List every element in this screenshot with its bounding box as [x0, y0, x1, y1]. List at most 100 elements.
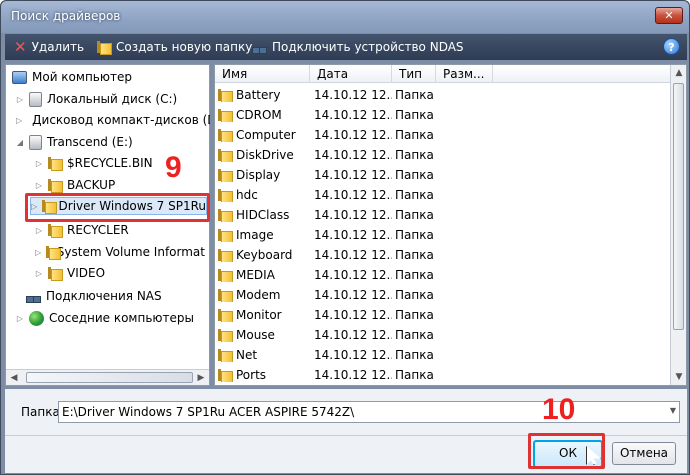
file-type: Папка — [395, 268, 434, 282]
table-row[interactable]: Ports 14.10.12 12... Папка — [215, 365, 670, 385]
drive-icon — [29, 134, 42, 150]
table-row[interactable]: Display 14.10.12 12... Папка — [215, 165, 670, 185]
expand-arrow-icon[interactable]: ▷ — [35, 159, 43, 168]
file-name: Battery — [236, 88, 281, 102]
table-row[interactable]: Image 14.10.12 12... Папка — [215, 225, 670, 245]
folder-icon — [218, 88, 233, 102]
file-type: Папка — [395, 288, 434, 302]
file-type: Папка — [395, 108, 434, 122]
table-row[interactable]: Modem 14.10.12 12... Папка — [215, 285, 670, 305]
table-row[interactable]: Computer 14.10.12 12... Папка — [215, 125, 670, 145]
file-name: Monitor — [236, 308, 282, 322]
column-size[interactable]: Разм... — [436, 65, 493, 83]
window-title: Поиск драйверов — [11, 9, 121, 23]
path-value[interactable]: E:\Driver Windows 7 SP1Ru ACER ASPIRE 57… — [62, 405, 354, 419]
tree-item-label: Подключения NAS — [46, 289, 162, 303]
file-date: 14.10.12 12... — [314, 188, 392, 202]
folder-icon — [218, 228, 233, 242]
file-list[interactable]: Имя Дата Тип Разм... Battery 14.10.12 12.… — [214, 64, 687, 386]
scroll-thumb[interactable] — [673, 83, 684, 330]
table-row[interactable]: CDROM 14.10.12 12... Папка — [215, 105, 670, 125]
file-name: Modem — [236, 288, 281, 302]
folder-icon — [218, 368, 233, 382]
list-header: Имя Дата Тип Разм... — [215, 65, 670, 83]
collapse-arrow-icon[interactable]: ◢ — [16, 138, 24, 147]
file-list-vertical-scrollbar[interactable]: ▲ ▼ — [670, 65, 686, 385]
table-row[interactable]: Mouse 14.10.12 12... Папка — [215, 325, 670, 345]
expand-arrow-icon[interactable]: ▷ — [35, 248, 41, 257]
help-button[interactable]: ? — [663, 38, 680, 55]
column-name[interactable]: Имя — [215, 65, 310, 83]
table-row[interactable]: HIDClass 14.10.12 12... Папка — [215, 205, 670, 225]
file-name-cell: hdc — [218, 188, 313, 202]
file-name-cell: MEDIA — [218, 268, 313, 282]
folder-icon — [48, 156, 63, 171]
expand-arrow-icon[interactable]: ▷ — [35, 269, 43, 278]
file-name-cell: HIDClass — [218, 208, 313, 222]
file-date: 14.10.12 12... — [314, 288, 392, 302]
file-type: Папка — [395, 188, 434, 202]
file-name: Mouse — [236, 328, 275, 342]
scroll-left-icon[interactable]: ◀ — [6, 370, 22, 386]
file-name: HIDClass — [236, 208, 290, 222]
scroll-up-icon[interactable]: ▲ — [671, 65, 687, 81]
expand-arrow-icon[interactable]: ▷ — [16, 314, 24, 323]
connect-ndas-button[interactable]: Подключить устройство NDAS — [252, 39, 464, 55]
folder-icon — [48, 266, 63, 281]
help-icon: ? — [668, 41, 675, 54]
expand-arrow-icon[interactable]: ▷ — [16, 116, 22, 125]
folder-icon — [218, 128, 233, 142]
file-name-cell: Image — [218, 228, 313, 242]
tree-item-cd-drive[interactable]: ▷ Дисковод компакт-дисков (D — [16, 111, 210, 129]
table-row[interactable]: MEDIA 14.10.12 12... Папка — [215, 265, 670, 285]
file-type: Папка — [395, 368, 434, 382]
column-date[interactable]: Дата — [310, 65, 392, 83]
dropdown-arrow-icon[interactable]: ▼ — [670, 406, 676, 415]
file-type: Папка — [395, 308, 434, 322]
expand-arrow-icon[interactable]: ▷ — [16, 95, 24, 104]
cancel-button[interactable]: Отмена — [612, 442, 676, 465]
table-row[interactable]: Battery 14.10.12 12... Папка — [215, 85, 670, 105]
close-button[interactable]: ✕ — [655, 7, 683, 24]
folder-icon — [218, 208, 233, 222]
tree-item-nas[interactable]: Подключения NAS — [26, 287, 206, 305]
tree-horizontal-scrollbar[interactable]: ◀ ▶ — [6, 369, 209, 385]
folder-icon — [218, 308, 233, 322]
folder-icon — [218, 248, 233, 262]
folder-tree[interactable]: Мой компьютер ▷ Локальный диск (C:) ▷ Ди… — [5, 64, 210, 386]
folder-icon — [218, 268, 233, 282]
tree-item-neighborhood[interactable]: ▷ Соседние компьютеры — [16, 309, 206, 327]
file-name-cell: Computer — [218, 128, 313, 142]
file-name: DiskDrive — [236, 148, 294, 162]
scroll-down-icon[interactable]: ▼ — [671, 369, 687, 385]
tree-item-video[interactable]: ▷ VIDEO — [35, 264, 205, 282]
tree-item-local-disk-c[interactable]: ▷ Локальный диск (C:) — [16, 90, 206, 108]
table-row[interactable]: DiskDrive 14.10.12 12... Папка — [215, 145, 670, 165]
file-name-cell: Net — [218, 348, 313, 362]
tree-item-label: BACKUP — [67, 178, 116, 192]
folder-icon — [218, 148, 233, 162]
expand-arrow-icon[interactable]: ▷ — [35, 181, 43, 190]
folder-icon — [218, 108, 233, 122]
tree-item-system-volume[interactable]: ▷ System Volume Informat — [35, 243, 205, 261]
tree-item-recycler[interactable]: ▷ RECYCLER — [35, 221, 205, 239]
column-type[interactable]: Тип — [392, 65, 436, 83]
table-row[interactable]: Monitor 14.10.12 12... Папка — [215, 305, 670, 325]
file-type: Папка — [395, 228, 434, 242]
path-bar: Папка: E:\Driver Windows 7 SP1Ru ACER AS… — [5, 389, 687, 435]
scroll-right-icon[interactable]: ▶ — [193, 370, 209, 386]
file-name-cell: Display — [218, 168, 313, 182]
create-folder-button[interactable]: Создать новую папку — [97, 39, 252, 55]
tree-item-transcend-e[interactable]: ◢ Transcend (E:) — [16, 133, 206, 151]
table-row[interactable]: hdc 14.10.12 12... Папка — [215, 185, 670, 205]
tree-item-my-computer[interactable]: Мой компьютер — [12, 68, 202, 86]
file-date: 14.10.12 12... — [314, 148, 392, 162]
table-row[interactable]: Net 14.10.12 12... Папка — [215, 345, 670, 365]
file-name: hdc — [236, 188, 258, 202]
scroll-thumb[interactable] — [26, 372, 193, 383]
expand-arrow-icon[interactable]: ▷ — [35, 226, 43, 235]
path-combobox[interactable]: E:\Driver Windows 7 SP1Ru ACER ASPIRE 57… — [58, 401, 680, 423]
file-date: 14.10.12 12... — [314, 228, 392, 242]
delete-button[interactable]: ✕ Удалить — [14, 38, 84, 56]
table-row[interactable]: Keyboard 14.10.12 12... Папка — [215, 245, 670, 265]
